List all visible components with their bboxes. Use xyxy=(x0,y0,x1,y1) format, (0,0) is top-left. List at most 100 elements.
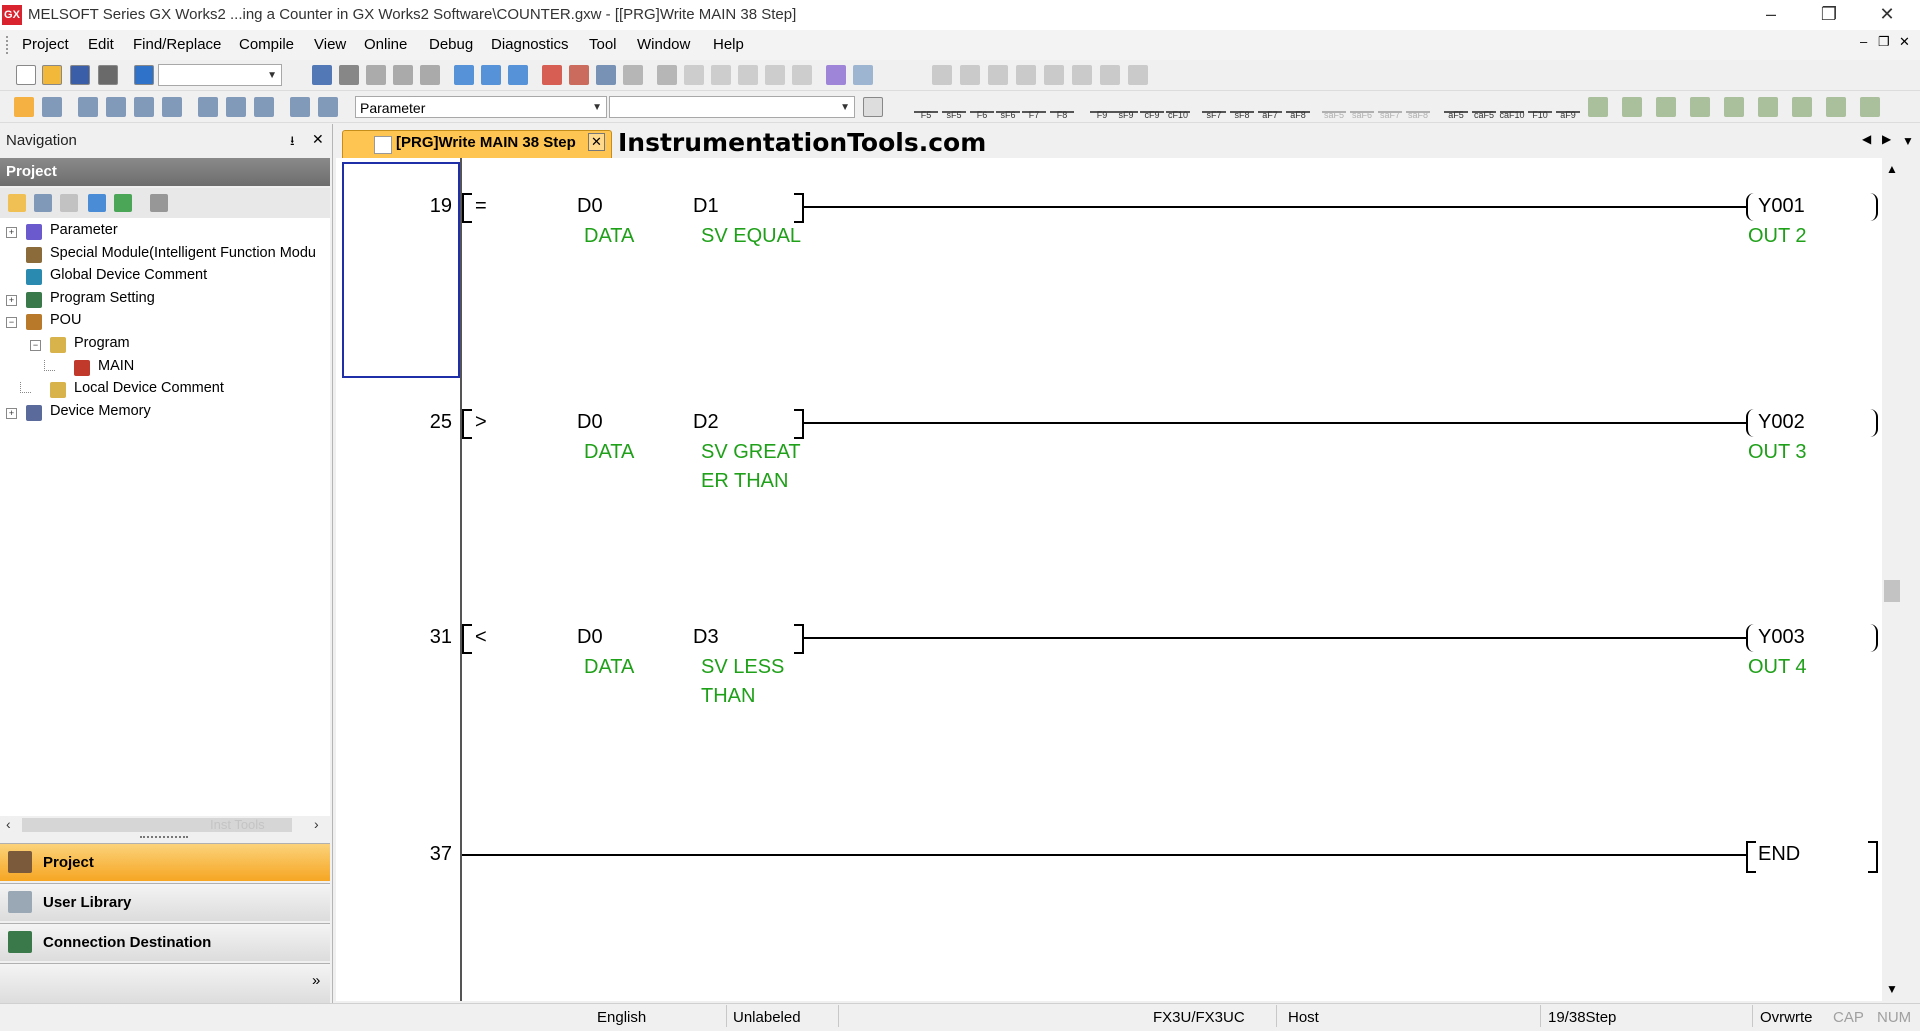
comment-icon[interactable] xyxy=(765,65,785,85)
compare-operator[interactable]: = xyxy=(475,195,487,218)
tab-close-button[interactable]: ✕ xyxy=(588,133,605,151)
monitor-mode-icon[interactable] xyxy=(162,97,182,117)
zoom-icon[interactable] xyxy=(226,97,246,117)
tree-item-local-device-comment[interactable]: Local Device Comment xyxy=(74,380,224,396)
tree-item-parameter[interactable]: Parameter xyxy=(50,222,118,238)
property-icon[interactable] xyxy=(88,194,106,212)
other-icon[interactable] xyxy=(1860,97,1880,117)
menu-edit[interactable]: Edit xyxy=(88,36,114,53)
menu-window[interactable]: Window xyxy=(637,36,690,53)
note-icon[interactable] xyxy=(826,65,846,85)
close-button[interactable]: ✕ xyxy=(1858,0,1916,30)
cross-ref-icon[interactable] xyxy=(738,65,758,85)
tab-scroll-right-icon[interactable]: ▶ xyxy=(1882,132,1891,146)
help-icon[interactable] xyxy=(290,97,310,117)
verify-icon[interactable] xyxy=(508,65,528,85)
menu-tool[interactable]: Tool xyxy=(589,36,617,53)
scroll-up-icon[interactable]: ▲ xyxy=(1886,162,1898,176)
tree-expander[interactable]: + xyxy=(6,227,17,238)
ladder-insert-row-icon[interactable] xyxy=(932,65,952,85)
device-comment-icon[interactable] xyxy=(863,97,883,117)
watch-icon[interactable] xyxy=(684,65,704,85)
ladder-trace-icon[interactable] xyxy=(1072,65,1092,85)
tree-item-special-module-intelligent-function-modu[interactable]: Special Module(Intelligent Function Modu xyxy=(50,245,316,261)
device-list-icon[interactable] xyxy=(623,65,643,85)
device-combo[interactable]: ▼ xyxy=(609,96,855,118)
scroll-right-icon[interactable]: › xyxy=(314,816,319,832)
end-instruction[interactable]: END xyxy=(1758,843,1800,866)
coil-device[interactable]: Y002 xyxy=(1758,411,1805,434)
menu-find-replace[interactable]: Find/Replace xyxy=(133,36,221,53)
tab-scroll-left-icon[interactable]: ◀ xyxy=(1862,132,1871,146)
mdi-close-button[interactable]: ✕ xyxy=(1899,34,1910,50)
cut-icon[interactable] xyxy=(312,65,332,85)
operand-s2[interactable]: D3 xyxy=(693,626,719,649)
batch-convert-icon[interactable] xyxy=(1724,97,1744,117)
copy-icon[interactable] xyxy=(339,65,359,85)
save-icon[interactable] xyxy=(70,65,90,85)
select-mode-icon[interactable] xyxy=(1826,97,1846,117)
tree-expander[interactable]: − xyxy=(6,317,17,329)
splitter-grip[interactable] xyxy=(140,836,188,842)
ladder-insert-col-icon[interactable] xyxy=(988,65,1008,85)
tab-list-icon[interactable]: ▼ xyxy=(1902,134,1914,148)
parameter-combo[interactable]: Parameter ▼ xyxy=(355,96,607,118)
tree-item-main[interactable]: MAIN xyxy=(98,358,134,374)
scroll-left-icon[interactable]: ‹ xyxy=(6,816,11,832)
device-batch-icon[interactable] xyxy=(596,65,616,85)
monitor-start-icon[interactable] xyxy=(542,65,562,85)
device-test-icon[interactable] xyxy=(657,65,677,85)
sort-icon[interactable] xyxy=(150,194,168,212)
online-change-icon[interactable] xyxy=(1758,97,1778,117)
display-icon[interactable] xyxy=(853,65,873,85)
menu-online[interactable]: Online xyxy=(364,36,407,53)
tree-item-global-device-comment[interactable]: Global Device Comment xyxy=(50,267,207,283)
tree-expander[interactable]: + xyxy=(6,294,17,306)
coil-device[interactable]: Y001 xyxy=(1758,195,1805,218)
menu-project[interactable]: Project xyxy=(22,36,69,53)
sfc-mode-icon[interactable] xyxy=(78,97,98,117)
ladder-mode-icon[interactable] xyxy=(14,97,34,117)
redo-icon[interactable] xyxy=(420,65,440,85)
open-icon[interactable] xyxy=(42,65,62,85)
refresh-icon[interactable] xyxy=(114,194,132,212)
list-mode-icon[interactable] xyxy=(42,97,62,117)
scroll-down-icon[interactable]: ▼ xyxy=(1886,982,1898,996)
nav-close-button[interactable]: ✕ xyxy=(312,131,324,148)
new-icon[interactable] xyxy=(16,65,36,85)
tree-item-device-memory[interactable]: Device Memory xyxy=(50,403,151,419)
menu-diagnostics[interactable]: Diagnostics xyxy=(491,36,569,53)
device-register-icon[interactable] xyxy=(711,65,731,85)
tree-item-program[interactable]: Program xyxy=(74,335,130,351)
tree-expander[interactable]: + xyxy=(6,407,17,419)
editor-scroll-thumb[interactable] xyxy=(1884,580,1900,602)
operand-s2[interactable]: D1 xyxy=(693,195,719,218)
compare-operator[interactable]: > xyxy=(475,411,487,434)
undo-icon[interactable] xyxy=(393,65,413,85)
new-data-icon[interactable] xyxy=(8,194,26,212)
menu-help[interactable]: Help xyxy=(713,36,744,53)
maximize-button[interactable]: ❐ xyxy=(1800,0,1858,30)
tree-item-program-setting[interactable]: Program Setting xyxy=(50,290,155,306)
nav-overflow-button[interactable]: » xyxy=(312,972,320,989)
operand-s1[interactable]: D0 xyxy=(577,626,603,649)
rising-edge-icon[interactable] xyxy=(1588,97,1608,117)
mdi-minimize-button[interactable]: – xyxy=(1860,34,1867,49)
minimize-button[interactable]: – xyxy=(1742,0,1800,30)
ladder-delete-row-icon[interactable] xyxy=(960,65,980,85)
invert-icon[interactable] xyxy=(1656,97,1676,117)
delete-data-icon[interactable] xyxy=(60,194,78,212)
program-combo[interactable]: ▼ xyxy=(158,64,282,86)
monitor-stop-icon[interactable] xyxy=(569,65,589,85)
ladder-delete-col-icon[interactable] xyxy=(1016,65,1036,85)
pin-icon[interactable]: ⭳ xyxy=(290,132,295,154)
help-icon[interactable] xyxy=(134,65,154,85)
paste-icon[interactable] xyxy=(366,65,386,85)
find-icon[interactable] xyxy=(254,97,274,117)
ladder-comment-icon[interactable] xyxy=(1128,65,1148,85)
write-mode-icon[interactable] xyxy=(134,97,154,117)
read-from-plc-icon[interactable] xyxy=(454,65,474,85)
copy-data-icon[interactable] xyxy=(34,194,52,212)
grid-icon[interactable] xyxy=(1792,97,1812,117)
operand-s1[interactable]: D0 xyxy=(577,195,603,218)
